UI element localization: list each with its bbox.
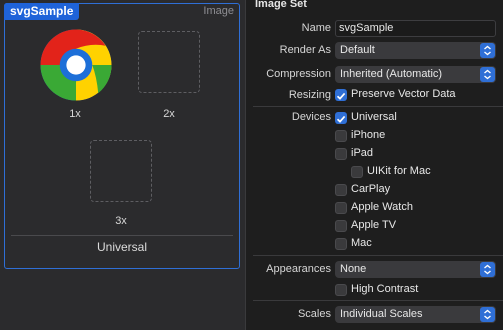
devices-label: Devices (291, 111, 331, 123)
device-universal-label: Universal (351, 111, 397, 123)
device-mac-label: Mac (351, 237, 372, 249)
slot-3x-label: 3x (115, 215, 127, 227)
preserve-vector-label: Preserve Vector Data (351, 88, 456, 100)
scales-popup[interactable]: Individual Scales (335, 306, 496, 323)
compression-value: Inherited (Automatic) (340, 68, 443, 80)
render-as-value: Default (340, 44, 375, 56)
scales-value: Individual Scales (340, 308, 423, 320)
appearances-label: Appearances (266, 263, 331, 275)
resizing-label: Resizing (288, 89, 331, 101)
render-as-popup[interactable]: Default (335, 42, 496, 59)
device-ipad-checkbox[interactable] (335, 148, 347, 160)
chevron-updown-icon (480, 67, 495, 82)
high-contrast-label: High Contrast (351, 283, 419, 295)
chevron-updown-icon (480, 307, 495, 322)
asset-type-label: Image (203, 5, 234, 17)
name-field[interactable]: svgSample (335, 20, 496, 37)
checkmark-icon (336, 115, 346, 123)
device-mac-checkbox[interactable] (335, 238, 347, 250)
appearances-value: None (340, 263, 367, 275)
asset-name-badge: svgSample (4, 3, 80, 20)
device-ipad-label: iPad (351, 147, 374, 159)
device-universal-checkbox[interactable] (335, 112, 347, 124)
divider (253, 300, 503, 301)
high-contrast-checkbox[interactable] (335, 284, 347, 296)
device-carplay-checkbox[interactable] (335, 184, 347, 196)
divider (11, 235, 233, 236)
device-uikit-mac-label: UIKit for Mac (367, 165, 431, 177)
slot-3x-dropzone[interactable] (90, 140, 152, 202)
device-apple-tv-checkbox[interactable] (335, 220, 347, 232)
device-iphone-checkbox[interactable] (335, 130, 347, 142)
device-apple-watch-checkbox[interactable] (335, 202, 347, 214)
chevron-updown-icon (480, 262, 495, 277)
compression-popup[interactable]: Inherited (Automatic) (335, 66, 496, 83)
device-iphone-label: iPhone (351, 129, 386, 141)
attributes-inspector: Image Set Name svgSample Render As Defau… (247, 0, 503, 330)
appearances-popup[interactable]: None (335, 261, 496, 278)
name-label: Name (301, 22, 331, 34)
slot-1x-label: 1x (69, 108, 81, 120)
compression-label: Compression (266, 68, 331, 80)
preserve-vector-checkbox[interactable] (335, 89, 347, 101)
scales-label: Scales (297, 308, 331, 320)
chevron-updown-icon (480, 43, 495, 58)
image-set-well[interactable]: svgSample Image 1x 2x 3x Universal (4, 3, 240, 269)
divider (253, 255, 503, 256)
section-title: Image Set (255, 0, 307, 10)
device-apple-watch-label: Apple Watch (351, 201, 413, 213)
slot-2x-dropzone[interactable] (138, 31, 200, 93)
asset-preview-pane: svgSample Image 1x 2x 3x Universal (0, 0, 246, 330)
divider (253, 106, 503, 107)
device-carplay-label: CarPlay (351, 183, 391, 195)
svg-sample-image[interactable] (39, 28, 113, 102)
device-group-label: Universal (96, 240, 147, 254)
slot-2x-label: 2x (163, 108, 175, 120)
device-uikit-mac-checkbox[interactable] (351, 166, 363, 178)
render-as-label: Render As (279, 44, 331, 56)
checkmark-icon (336, 92, 346, 100)
device-apple-tv-label: Apple TV (351, 219, 397, 231)
